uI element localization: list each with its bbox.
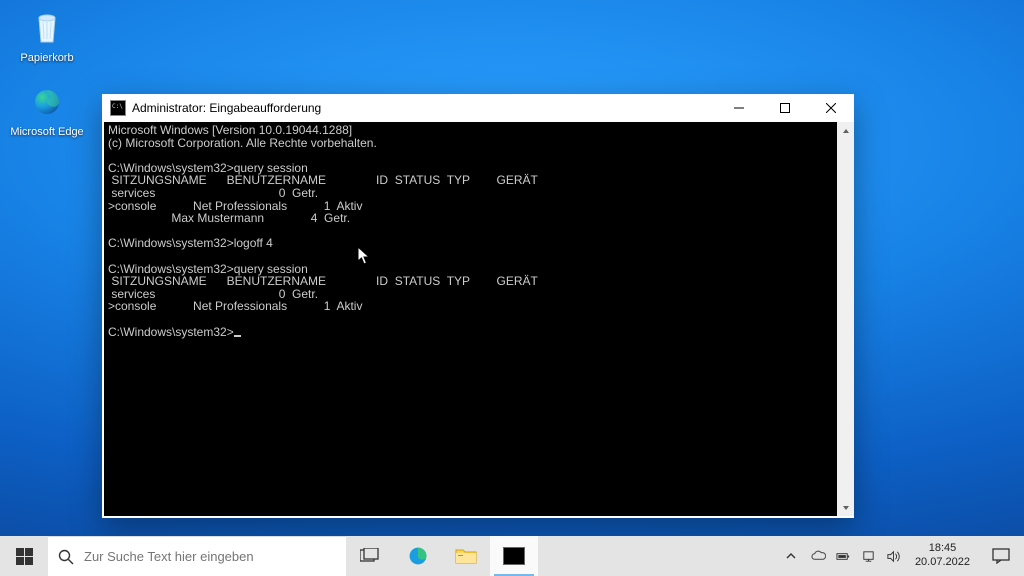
scroll-down-button[interactable] [837,499,854,516]
network-icon[interactable] [861,549,876,564]
titlebar[interactable]: Administrator: Eingabeaufforderung [102,94,854,122]
search-icon [58,549,74,565]
chevron-up-icon [786,551,796,561]
edge-icon [27,82,67,122]
clock-time: 18:45 [929,542,957,556]
close-button[interactable] [808,94,854,122]
window-title: Administrator: Eingabeaufforderung [132,101,716,115]
edge-icon [406,544,430,568]
system-tray [805,536,907,576]
desktop-icon-label: Papierkorb [10,52,84,64]
task-view-icon [360,548,380,564]
terminal-line: >console Net Professionals 1 Aktiv [108,299,362,313]
action-center-button[interactable] [978,536,1024,576]
vertical-scrollbar[interactable] [837,122,854,516]
clock-date: 20.07.2022 [915,556,970,570]
cmd-icon [503,547,525,565]
desktop-icon-label: Microsoft Edge [10,126,84,138]
cmd-icon [110,100,126,116]
terminal-prompt: C:\Windows\system32> [108,325,234,339]
folder-icon [455,547,477,565]
battery-icon[interactable] [836,549,851,564]
minimize-button[interactable] [716,94,762,122]
windows-logo-icon [16,548,33,565]
maximize-button[interactable] [762,94,808,122]
scroll-up-button[interactable] [837,122,854,139]
trash-icon [27,8,67,48]
search-input[interactable] [84,549,336,564]
taskbar-search[interactable] [48,536,346,576]
taskbar-clock[interactable]: 18:45 20.07.2022 [907,536,978,576]
taskbar: 18:45 20.07.2022 [0,536,1024,576]
text-cursor [234,335,241,337]
terminal-line: C:\Windows\system32>logoff 4 [108,236,273,250]
desktop-icon-recycle-bin[interactable]: Papierkorb [10,8,84,64]
taskbar-app-explorer[interactable] [442,536,490,576]
terminal-output[interactable]: Microsoft Windows [Version 10.0.19044.12… [104,122,837,516]
notification-icon [992,548,1010,564]
volume-icon[interactable] [886,549,901,564]
start-button[interactable] [0,536,48,576]
onedrive-icon[interactable] [811,549,826,564]
desktop-icon-edge[interactable]: Microsoft Edge [10,82,84,138]
cmd-window: Administrator: Eingabeaufforderung Micro… [102,94,854,518]
terminal-line: Max Mustermann 4 Getr. [108,211,350,225]
taskbar-app-cmd[interactable] [490,536,538,576]
task-view-button[interactable] [346,536,394,576]
tray-overflow-button[interactable] [777,536,805,576]
terminal-line: (c) Microsoft Corporation. Alle Rechte v… [108,136,377,150]
taskbar-app-edge[interactable] [394,536,442,576]
